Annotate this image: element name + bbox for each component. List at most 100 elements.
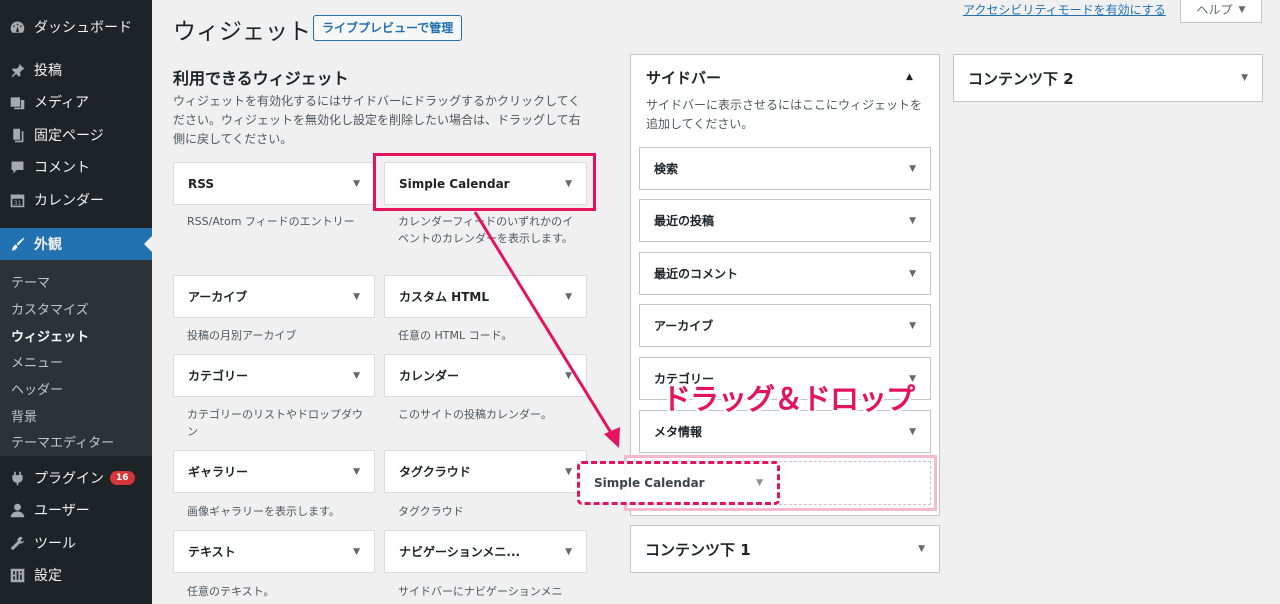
widget-tag-cloud[interactable]: タグクラウド ▼ (384, 450, 587, 493)
widget-archives[interactable]: アーカイブ ▼ (173, 275, 375, 318)
widget-description: カレンダーフィードのいずれかのイベントのカレンダーを表示します。 (398, 215, 574, 245)
menu-users[interactable]: ユーザー (0, 494, 152, 526)
calendar-icon: 31 (7, 190, 27, 210)
caret-down-icon[interactable]: ▼ (565, 292, 572, 302)
menu-label: 設定 (34, 568, 62, 584)
widget-description: 任意の HTML コード。 (398, 329, 513, 342)
help-button[interactable]: ヘルプ ▼ (1180, 0, 1262, 23)
caret-down-icon: ▼ (756, 478, 763, 488)
comment-icon (7, 157, 27, 177)
highlight-box (373, 153, 596, 211)
widget-title: カスタム HTML (399, 290, 489, 304)
page-title: ウィジェット (173, 19, 311, 45)
caret-down-icon[interactable]: ▼ (353, 292, 360, 302)
menu-label: メディア (34, 95, 90, 111)
menu-appearance[interactable]: 外観 (0, 228, 152, 260)
widget-custom-html[interactable]: カスタム HTML ▼ (384, 275, 587, 318)
sidebar-area-description: サイドバーに表示させるにはここにウィジェットを追加してください。 (646, 98, 923, 131)
accessibility-mode-link[interactable]: アクセシビリティモードを有効にする (963, 1, 1166, 18)
widget-title: アーカイブ (188, 290, 248, 304)
sidebar-widget-recent-posts[interactable]: 最近の投稿 ▼ (639, 199, 931, 242)
svg-text:31: 31 (13, 200, 21, 207)
admin-menu: ダッシュボード 投稿 メディア 固定ページ コメント 31 カレンダー 外観 テ… (0, 0, 152, 604)
appearance-submenu: テーマ カスタマイズ ウィジェット メニュー ヘッダー 背景 テーマエディター (0, 260, 152, 456)
caret-down-icon[interactable]: ▼ (1241, 73, 1248, 83)
menu-label: 外観 (34, 237, 62, 253)
area-content-bottom-2[interactable]: コンテンツ下 2 ▼ (953, 54, 1263, 102)
caret-down-icon[interactable]: ▼ (918, 544, 925, 554)
widget-title: 最近の投稿 (654, 214, 715, 228)
menu-tools[interactable]: ツール (0, 527, 152, 559)
caret-down-icon[interactable]: ▼ (565, 547, 572, 557)
help-label: ヘルプ (1196, 3, 1233, 17)
available-widgets-heading: 利用できるウィジェット (173, 69, 349, 88)
sidebar-widget-recent-comments[interactable]: 最近のコメント ▼ (639, 252, 931, 295)
caret-down-icon[interactable]: ▼ (565, 371, 572, 381)
menu-posts[interactable]: 投稿 (0, 54, 152, 86)
widget-description: サイドバーにナビゲーションメニ (398, 585, 563, 598)
caret-down-icon[interactable]: ▼ (909, 321, 916, 331)
widget-title: テキスト (188, 545, 236, 559)
dragging-widget-simple-calendar[interactable]: Simple Calendar ▼ (577, 461, 780, 505)
menu-pages[interactable]: 固定ページ (0, 119, 152, 151)
live-preview-button[interactable]: ライブプレビューで管理 (313, 15, 463, 41)
brush-icon (7, 234, 27, 254)
caret-down-icon[interactable]: ▼ (353, 371, 360, 381)
widget-categories[interactable]: カテゴリー ▼ (173, 354, 375, 397)
widget-gallery[interactable]: ギャラリー ▼ (173, 450, 375, 493)
submenu-theme-editor[interactable]: テーマエディター (11, 432, 114, 451)
menu-settings[interactable]: 設定 (0, 559, 152, 591)
caret-down-icon[interactable]: ▼ (909, 164, 916, 174)
wrench-icon (7, 533, 27, 553)
widget-description: このサイトの投稿カレンダー。 (398, 408, 552, 421)
menu-label: プラグイン (34, 471, 104, 487)
area-title: コンテンツ下 1 (645, 540, 751, 559)
widget-title: Simple Calendar (594, 476, 705, 490)
caret-down-icon[interactable]: ▼ (353, 467, 360, 477)
widget-title: メタ情報 (654, 425, 703, 439)
submenu-widgets[interactable]: ウィジェット (11, 326, 89, 345)
widget-navigation-menu[interactable]: ナビゲーションメニ... ▼ (384, 530, 587, 573)
caret-down-icon[interactable]: ▼ (909, 269, 916, 279)
pin-icon (7, 60, 27, 80)
widget-title: タグクラウド (399, 465, 471, 479)
widget-title: アーカイブ (654, 319, 714, 333)
sidebar-widget-search[interactable]: 検索 ▼ (639, 147, 931, 190)
menu-label: ユーザー (34, 503, 90, 519)
menu-media[interactable]: メディア (0, 86, 152, 118)
plugins-update-badge: 16 (110, 471, 135, 485)
caret-down-icon[interactable]: ▼ (353, 179, 360, 189)
menu-label: カレンダー (34, 193, 104, 209)
submenu-customize[interactable]: カスタマイズ (11, 299, 89, 318)
menu-plugins[interactable]: プラグイン 16 (0, 462, 152, 494)
widget-description: RSS/Atom フィードのエントリー (187, 215, 355, 228)
sidebar-widget-archives[interactable]: アーカイブ ▼ (639, 304, 931, 347)
menu-dashboard[interactable]: ダッシュボード (0, 11, 152, 43)
widget-text[interactable]: テキスト ▼ (173, 530, 375, 573)
submenu-themes[interactable]: テーマ (11, 272, 50, 291)
widget-calendar[interactable]: カレンダー ▼ (384, 354, 587, 397)
menu-calendar[interactable]: 31 カレンダー (0, 184, 152, 216)
menu-label: 固定ページ (34, 128, 104, 144)
menu-label: ツール (34, 536, 76, 552)
media-icon (7, 92, 27, 112)
caret-down-icon: ▼ (1238, 4, 1246, 15)
widget-description: カテゴリーのリストやドロップダウン (187, 408, 363, 438)
submenu-background[interactable]: 背景 (11, 406, 37, 425)
submenu-header[interactable]: ヘッダー (11, 379, 63, 398)
plugin-icon (7, 468, 27, 488)
submenu-menus[interactable]: メニュー (11, 352, 63, 371)
settings-icon (7, 565, 27, 585)
menu-comments[interactable]: コメント (0, 151, 152, 183)
widget-title: 最近のコメント (654, 267, 739, 281)
page-icon (7, 125, 27, 145)
area-content-bottom-1[interactable]: コンテンツ下 1 ▼ (630, 525, 940, 573)
caret-down-icon[interactable]: ▼ (909, 216, 916, 226)
widget-rss[interactable]: RSS ▼ (173, 162, 375, 205)
drag-drop-annotation: ドラッグ＆ドロップ (662, 382, 915, 416)
caret-up-icon[interactable]: ▲ (906, 72, 913, 82)
sidebar-area-title: サイドバー (646, 69, 722, 87)
caret-down-icon[interactable]: ▼ (565, 467, 572, 477)
caret-down-icon[interactable]: ▼ (909, 427, 916, 437)
caret-down-icon[interactable]: ▼ (353, 547, 360, 557)
